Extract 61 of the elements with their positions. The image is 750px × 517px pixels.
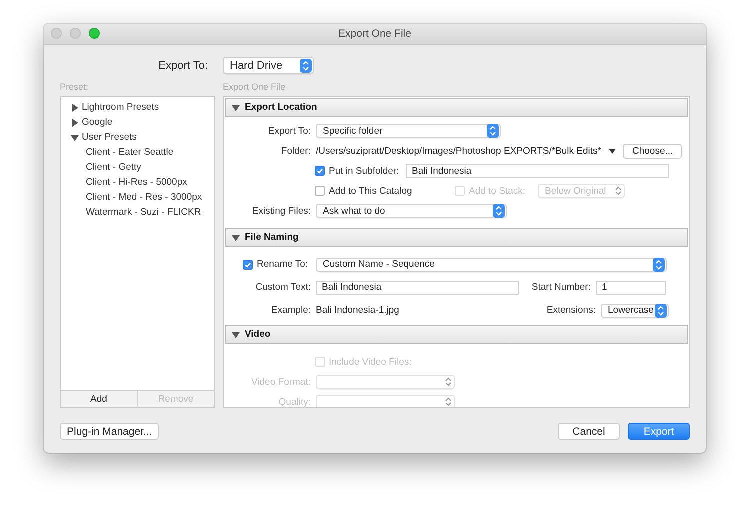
up-down-arrows-icon xyxy=(300,58,312,72)
window-title: Export One File xyxy=(338,28,412,40)
zoom-button[interactable] xyxy=(89,28,100,39)
example-filename: Bali Indonesia-1.jpg xyxy=(316,305,400,316)
checkbox-label: Add to Stack: xyxy=(469,186,527,196)
dropdown[interactable]: Lowercase xyxy=(601,304,669,318)
folder-path: /Users/suzipratt/Desktop/Images/Photoshop EXPORTS/*Bulk Edits* xyxy=(316,146,602,156)
choose-button[interactable]: Choose... xyxy=(623,144,682,158)
checkbox-label: Rename To: xyxy=(257,259,308,270)
field-label: Existing Files: xyxy=(251,206,311,216)
cancel-button[interactable]: Cancel xyxy=(558,423,620,440)
dropdown-arrow-icon xyxy=(609,148,616,154)
field-label: Video Format: xyxy=(250,376,311,388)
up-down-arrows-icon xyxy=(444,376,453,388)
field-label: Example: xyxy=(270,305,311,316)
field-label: Custom Text: xyxy=(254,282,311,293)
checkbox-label: Put in Subfolder: xyxy=(329,166,400,176)
field-label: Export To: xyxy=(158,60,208,72)
field-label: Start Number: xyxy=(530,282,591,293)
checkmark-icon xyxy=(316,166,324,176)
up-down-arrows-icon xyxy=(444,396,453,407)
up-down-arrows-icon xyxy=(487,124,499,138)
checkbox[interactable] xyxy=(315,166,325,176)
checkbox-label: Include Video Files: xyxy=(329,356,412,368)
dropdown[interactable] xyxy=(316,395,455,407)
close-button[interactable] xyxy=(51,28,62,39)
text-field[interactable]: 1 xyxy=(596,280,666,294)
text-field[interactable]: Bali Indonesia xyxy=(316,280,519,294)
up-down-arrows-icon xyxy=(653,258,665,272)
section-caption: Export One File xyxy=(223,82,287,93)
tree-item[interactable]: Google xyxy=(82,117,113,128)
up-down-arrows-icon xyxy=(493,204,505,218)
dropdown[interactable]: Hard Drive xyxy=(223,57,314,74)
add-button[interactable]: Add xyxy=(61,391,138,407)
field-label: Folder: xyxy=(280,146,311,156)
tree-item[interactable]: Client - Eater Seattle xyxy=(86,147,174,158)
plugin-manager-button[interactable]: Plug-in Manager... xyxy=(60,423,160,440)
tree-item[interactable]: Watermark - Suzi - FLICKR xyxy=(86,207,202,218)
minimize-button[interactable] xyxy=(70,28,81,39)
field-label: Extensions: xyxy=(546,305,596,316)
tree-item[interactable]: Client - Hi-Res - 5000px xyxy=(86,177,188,188)
up-down-arrows-icon xyxy=(614,185,623,197)
tree-item[interactable]: User Presets xyxy=(82,132,137,143)
section-header[interactable]: Export Location xyxy=(225,98,688,117)
dropdown[interactable]: Ask what to do xyxy=(316,204,507,218)
field-label: Export To: xyxy=(267,126,311,136)
section-caption: Preset: xyxy=(60,82,90,93)
dropdown[interactable]: Custom Name - Sequence xyxy=(316,258,667,272)
checkbox[interactable] xyxy=(315,186,325,196)
field-label: Quality: xyxy=(278,396,311,407)
checkbox[interactable] xyxy=(243,260,253,270)
section-header[interactable]: File Naming xyxy=(225,228,688,247)
tree-item[interactable]: Client - Getty xyxy=(86,162,142,173)
checkbox-label: Add to This Catalog xyxy=(329,186,414,196)
up-down-arrows-icon xyxy=(655,304,667,318)
tree-item[interactable]: Lightroom Presets xyxy=(82,102,160,113)
tree-item[interactable]: Client - Med - Res - 3000px xyxy=(86,192,202,203)
dropdown[interactable]: Specific folder xyxy=(316,124,501,138)
section-header[interactable]: Video xyxy=(225,325,688,344)
text-field[interactable]: Bali Indonesia xyxy=(406,164,669,178)
dropdown[interactable] xyxy=(316,375,455,389)
